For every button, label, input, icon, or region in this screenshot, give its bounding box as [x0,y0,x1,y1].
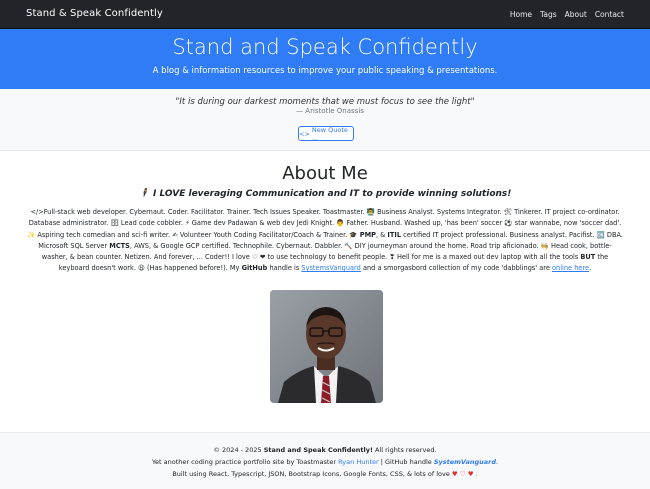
tagline-love: LOVE [159,189,186,199]
quote-section: "It is during our darkest moments that w… [0,89,650,151]
profile-photo-image [270,290,383,403]
profile-photo [270,290,383,403]
new-quote-button[interactable]: <> New Quote ... [298,125,354,142]
quote-text: "It is during our darkest moments that w… [175,97,475,107]
footer-built-with: Built using React, Typescript, JSON, Boo… [172,470,478,478]
about-bio: </>Full-stack web developer. Cybernaut. … [27,208,623,273]
footer-copyright: © 2024 - 2025 Stand and Speak Confidentl… [213,446,437,454]
footer: © 2024 - 2025 Stand and Speak Confidentl… [0,432,650,489]
about-tagline: 🕴 I LOVE leveraging Communication and IT… [138,189,512,199]
nav-links: Home Tags About Contact [510,10,624,19]
systemsvanguard-link[interactable]: SystemsVanguard [301,264,360,272]
nav-link-about[interactable]: About [565,10,587,19]
new-quote-label: New Quote ... [311,125,348,142]
hero-subtitle: A blog & information resources to improv… [152,66,498,76]
nav-link-contact[interactable]: Contact [595,10,624,19]
about-title: About Me [282,163,368,184]
author-link[interactable]: Ryan Hunter [338,458,379,466]
hero-banner: Stand and Speak Confidently A blog & inf… [0,29,650,89]
nav-link-tags[interactable]: Tags [540,10,557,19]
navbar: Stand & Speak Confidently Home Tags Abou… [0,0,650,29]
github-handle-link[interactable]: SystemVanguard [434,458,496,466]
person-icon: 🕴 [138,189,150,199]
online-here-link[interactable]: online here [552,264,589,272]
quote-author: — Aristotle Onassis [296,107,364,115]
hero-title: Stand and Speak Confidently [172,35,478,59]
heart-icon: ♥ ♡ ♥ . [451,470,478,478]
code-icon: <> [299,129,310,138]
navbar-brand[interactable]: Stand & Speak Confidently [26,8,163,19]
footer-credits: Yet another coding practice portfolio si… [151,458,499,466]
nav-link-home[interactable]: Home [510,10,532,19]
